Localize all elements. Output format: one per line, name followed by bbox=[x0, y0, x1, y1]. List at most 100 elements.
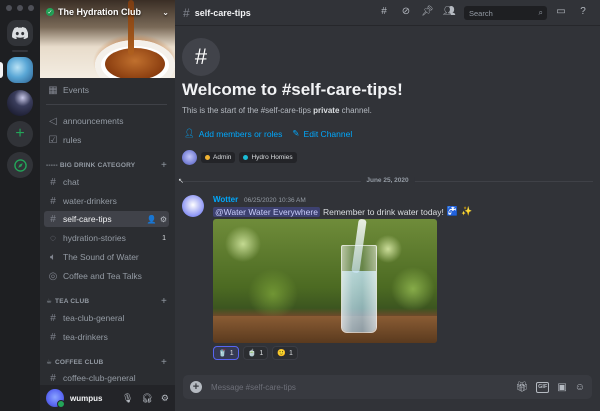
mute-bell-icon[interactable]: ⊘ bbox=[400, 6, 412, 17]
help-icon[interactable]: ? bbox=[577, 6, 589, 17]
close-window-button[interactable] bbox=[6, 5, 12, 11]
reaction-button[interactable]: 🥤 1 bbox=[213, 346, 239, 360]
channel-chat[interactable]: # chat bbox=[44, 174, 169, 190]
category-label: TEA CLUB bbox=[55, 297, 90, 305]
avatar[interactable] bbox=[46, 389, 65, 408]
channel-water-drinkers[interactable]: # water-drinkers bbox=[44, 193, 169, 209]
gift-icon[interactable]: 🎁︎ bbox=[515, 382, 528, 393]
unread-count: 1 bbox=[162, 234, 166, 242]
reaction-count: 1 bbox=[259, 349, 264, 357]
avatar[interactable] bbox=[182, 195, 204, 217]
sidebar-item-label: water-drinkers bbox=[63, 196, 117, 206]
pin-icon[interactable]: 📌︎ bbox=[421, 6, 434, 17]
hash-icon: # bbox=[50, 176, 56, 188]
date-divider-label: June 25, 2020 bbox=[360, 177, 415, 184]
hash-icon: # bbox=[50, 195, 56, 207]
message-image-attachment[interactable] bbox=[213, 219, 437, 343]
emoji-icon[interactable]: ☺ bbox=[575, 382, 585, 393]
server-icon-hydration-club[interactable] bbox=[7, 57, 33, 83]
welcome-actions: 👤︎ Add members or roles ✎ Edit Channel bbox=[184, 128, 352, 139]
category-tea-club[interactable]: ☕ TEA CLUB + bbox=[46, 295, 167, 307]
add-members-link[interactable]: 👤︎ Add members or roles bbox=[184, 128, 282, 139]
sidebar-item-events[interactable]: ▦ Events bbox=[44, 82, 169, 98]
search-input[interactable]: Search ⌕ bbox=[464, 6, 547, 20]
message-composer[interactable]: + Message #self-care-tips 🎁︎ GIF ▣ ☺ bbox=[183, 375, 592, 399]
add-members-label: Add members or roles bbox=[198, 128, 283, 139]
channel-tea-club-general[interactable]: # tea-club-general bbox=[44, 310, 169, 326]
rules-icon: ☑ bbox=[48, 134, 58, 146]
reaction-button[interactable]: 🙂 1 bbox=[272, 346, 298, 360]
server-rail: + bbox=[0, 0, 40, 411]
user-mention[interactable]: @Water Water Everywhere bbox=[213, 206, 320, 217]
plus-icon: + bbox=[15, 125, 25, 142]
category-label: COFFEE CLUB bbox=[55, 358, 104, 366]
chevron-down-icon: ⌄ bbox=[162, 7, 169, 17]
sidebar-item-label: Coffee and Tea Talks bbox=[63, 271, 142, 281]
selected-server-indicator bbox=[0, 62, 3, 78]
compass-icon bbox=[13, 158, 27, 172]
channel-rules[interactable]: ☑ rules bbox=[44, 132, 169, 148]
add-channel-icon[interactable]: + bbox=[161, 160, 167, 171]
user-panel: wumpus 🎙︎ 🎧︎ ⚙ bbox=[40, 385, 175, 411]
person-add-icon: 👤︎ bbox=[184, 128, 195, 138]
channel-hydration-stories[interactable]: ◌ hydration-stories 1 bbox=[44, 230, 169, 246]
inbox-icon[interactable]: ▭ bbox=[555, 6, 567, 17]
pencil-icon: ✎ bbox=[292, 128, 300, 138]
explore-servers-button[interactable] bbox=[7, 152, 33, 178]
add-server-button[interactable]: + bbox=[7, 121, 33, 147]
message-text: Remember to drink water today! bbox=[322, 206, 444, 217]
role-tag-admin[interactable]: Admin bbox=[201, 152, 236, 163]
server-name: The Hydration Club bbox=[58, 7, 141, 17]
category-label: ----- BIG DRINK CATEGORY bbox=[46, 161, 136, 169]
channel-the-sound-of-water[interactable]: 🔈︎ The Sound of Water bbox=[44, 249, 169, 265]
channel-announcements[interactable]: ◁ announcements bbox=[44, 113, 169, 129]
sidebar-item-label: announcements bbox=[63, 116, 124, 126]
zoom-window-button[interactable] bbox=[28, 5, 34, 11]
welcome-title: Welcome to #self-care-tips! bbox=[182, 80, 403, 99]
message-input[interactable]: Message #self-care-tips bbox=[211, 383, 296, 392]
add-channel-icon[interactable]: + bbox=[161, 296, 167, 307]
server-name-header[interactable]: ✓ The Hydration Club ⌄ bbox=[46, 7, 169, 17]
add-channel-icon[interactable]: + bbox=[161, 357, 167, 368]
sidebar-divider bbox=[46, 104, 167, 105]
coffee-emoji: ☕ bbox=[46, 359, 53, 366]
hash-icon: # bbox=[50, 372, 56, 384]
username: wumpus bbox=[70, 393, 103, 403]
message-author[interactable]: Wotter bbox=[213, 195, 238, 204]
reaction-emoji: 🙂 bbox=[277, 350, 286, 357]
discord-logo-icon bbox=[12, 27, 28, 39]
invite-icon[interactable]: 👤 bbox=[147, 215, 157, 224]
stage-icon: ◎ bbox=[48, 270, 58, 282]
sidebar-item-label: chat bbox=[63, 177, 80, 187]
gear-icon[interactable]: ⚙ bbox=[160, 215, 167, 224]
threads-icon[interactable]: # bbox=[378, 6, 390, 17]
category-coffee-club[interactable]: ☕ COFFEE CLUB + bbox=[46, 356, 167, 368]
message-reactions: 🥤 1 🍵 1 🙂 1 bbox=[213, 346, 298, 360]
private-label: private bbox=[313, 106, 340, 115]
sidebar-item-label: rules bbox=[63, 135, 82, 145]
channel-coffee-and-tea-talks[interactable]: ◎ Coffee and Tea Talks bbox=[44, 268, 169, 284]
category-big-drink[interactable]: ----- BIG DRINK CATEGORY + bbox=[46, 159, 167, 171]
reaction-button[interactable]: 🍵 1 bbox=[242, 346, 269, 360]
sticker-icon[interactable]: ▣ bbox=[557, 382, 566, 393]
channel-coffee-club-general[interactable]: # coffee-club-general bbox=[44, 370, 169, 386]
channel-self-care-tips[interactable]: # self-care-tips 👤 ⚙ bbox=[44, 211, 169, 227]
minimize-window-button[interactable] bbox=[17, 5, 23, 11]
forum-icon: ◌ bbox=[50, 232, 56, 244]
hash-icon: # bbox=[50, 331, 56, 343]
role-tag-hydro-homies[interactable]: Hydro Homies bbox=[239, 152, 297, 163]
channel-tea-drinkers[interactable]: # tea-drinkers bbox=[44, 329, 169, 345]
microphone-icon[interactable]: 🎙︎ bbox=[122, 393, 133, 404]
members-icon[interactable]: 👥︎ bbox=[443, 6, 456, 17]
edit-channel-link[interactable]: ✎ Edit Channel bbox=[292, 128, 352, 139]
hash-icon: # bbox=[50, 312, 56, 324]
add-attachment-button[interactable]: + bbox=[190, 381, 202, 393]
announcement-icon: ◁ bbox=[49, 115, 57, 127]
headphones-icon[interactable]: 🎧︎ bbox=[141, 393, 152, 404]
channel-sidebar: ✓ The Hydration Club ⌄ ▦ Events ◁ announ… bbox=[40, 0, 175, 411]
home-button[interactable] bbox=[7, 20, 33, 46]
gif-icon[interactable]: GIF bbox=[536, 381, 550, 393]
banner-tea-image bbox=[105, 48, 165, 78]
server-icon-second[interactable] bbox=[7, 90, 33, 116]
gear-icon[interactable]: ⚙ bbox=[161, 393, 169, 404]
